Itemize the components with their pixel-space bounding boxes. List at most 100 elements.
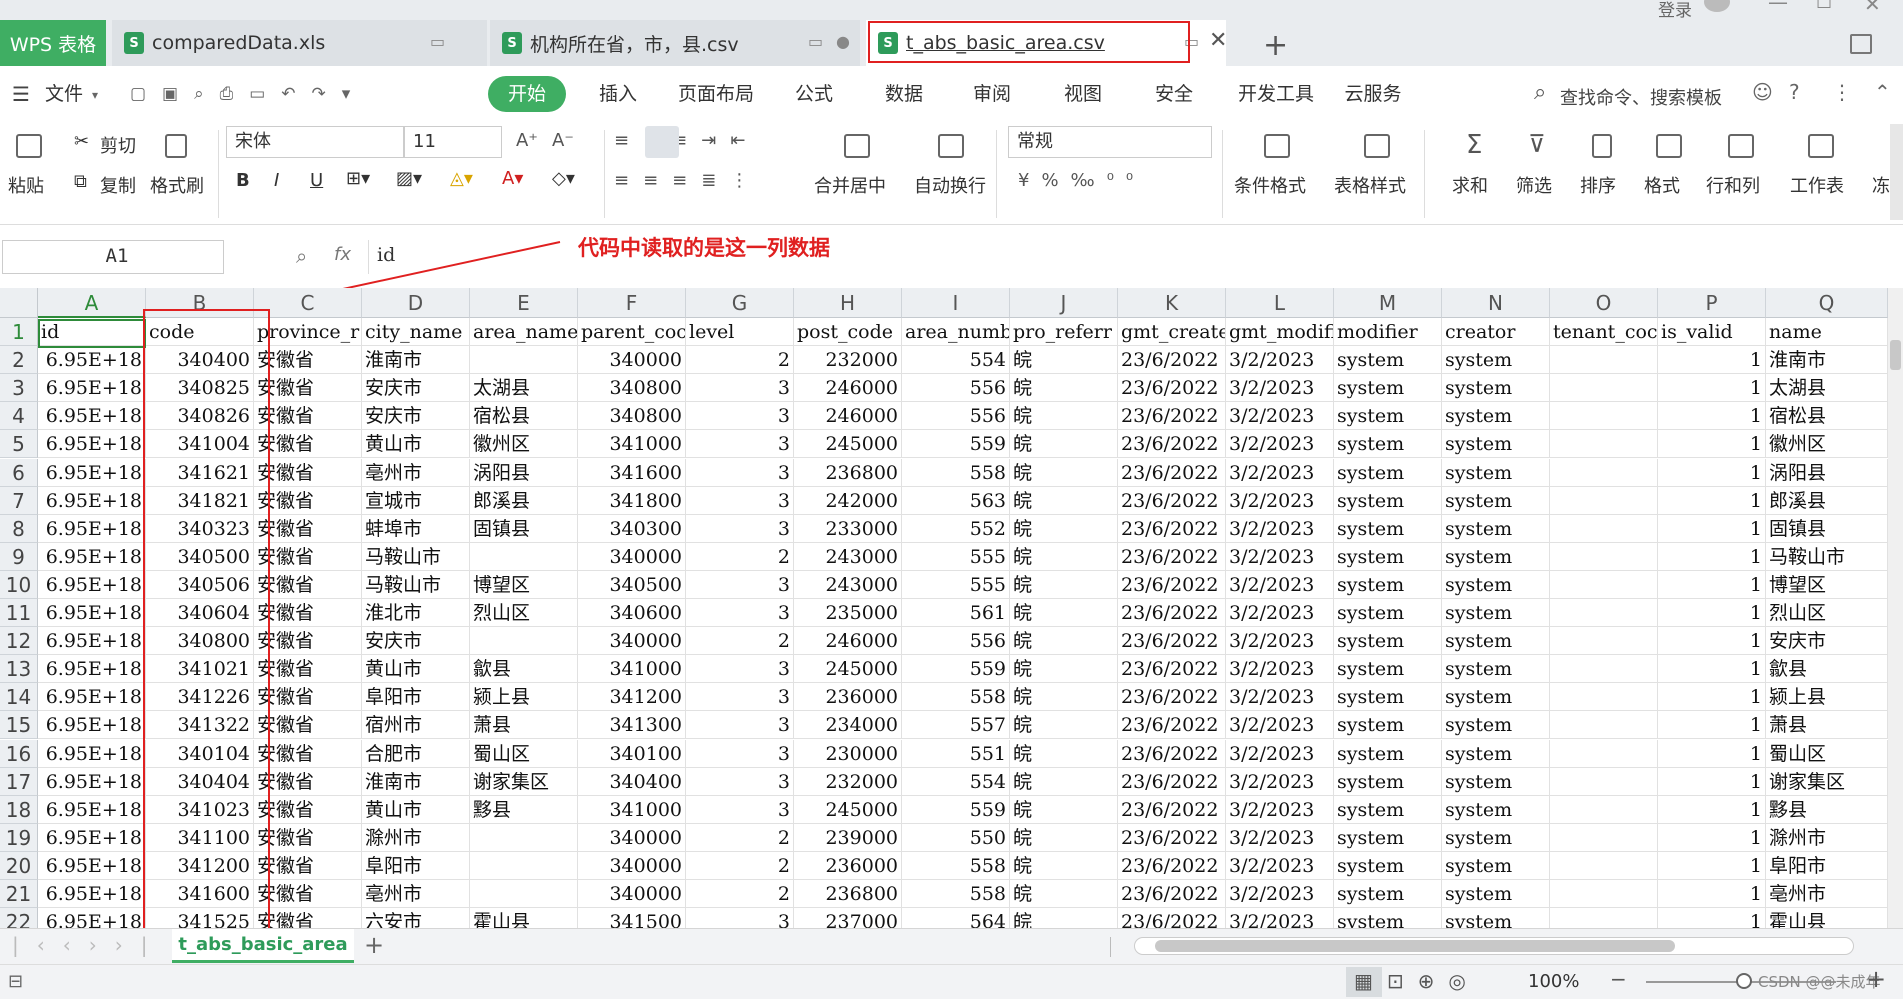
table-cell[interactable]: 3 <box>686 683 794 712</box>
table-cell[interactable]: 郎溪县 <box>470 486 578 515</box>
command-search[interactable]: 查找命令、搜索模板 <box>1560 84 1722 110</box>
chevron-down-icon[interactable]: ▾ <box>92 88 98 102</box>
table-cell[interactable]: 宿松县 <box>470 402 578 431</box>
font-shrink-icon[interactable]: A⁻ <box>552 130 574 151</box>
merge-center-button[interactable]: 合并居中 <box>814 172 886 198</box>
table-cell[interactable] <box>1550 851 1658 880</box>
table-cell[interactable]: 1 <box>1658 711 1766 740</box>
table-cell[interactable]: 涡阳县 <box>1766 458 1888 487</box>
row-header[interactable]: 8 <box>0 514 38 543</box>
table-cell[interactable]: 3/2/2023 <box>1226 711 1334 740</box>
zoom-out-icon[interactable]: − <box>1610 967 1627 991</box>
table-cell[interactable]: 3 <box>686 430 794 459</box>
font-grow-icon[interactable]: A⁺ <box>516 130 538 151</box>
table-cell[interactable]: 6.95E+18 <box>38 570 146 599</box>
row-header[interactable]: 20 <box>0 851 38 880</box>
row-header[interactable]: 10 <box>0 570 38 599</box>
table-cell[interactable]: 555 <box>902 542 1010 571</box>
table-cell[interactable]: system <box>1334 795 1442 824</box>
table-cell[interactable]: 341000 <box>578 655 686 684</box>
table-cell[interactable]: 皖 <box>1010 627 1118 656</box>
more-icon[interactable]: ⋮ <box>1832 80 1852 104</box>
table-cell[interactable]: 23/6/2022 <box>1118 823 1226 852</box>
header-cell[interactable]: city_name <box>362 318 470 347</box>
table-cell[interactable]: 3 <box>686 655 794 684</box>
table-cell[interactable]: 23/6/2022 <box>1118 683 1226 712</box>
row-header[interactable]: 7 <box>0 486 38 515</box>
table-cell[interactable]: 皖 <box>1010 880 1118 909</box>
table-cell[interactable]: 1 <box>1658 514 1766 543</box>
table-cell[interactable]: 谢家集区 <box>470 767 578 796</box>
table-cell[interactable]: 23/6/2022 <box>1118 655 1226 684</box>
table-cell[interactable]: 滁州市 <box>1766 823 1888 852</box>
table-cell[interactable]: system <box>1334 851 1442 880</box>
table-cell[interactable]: 1 <box>1658 627 1766 656</box>
table-cell[interactable]: 6.95E+18 <box>38 599 146 628</box>
table-cell[interactable]: 2 <box>686 627 794 656</box>
table-cell[interactable]: 235000 <box>794 599 902 628</box>
table-cell[interactable]: 黟县 <box>1766 795 1888 824</box>
table-cell[interactable]: 23/6/2022 <box>1118 346 1226 375</box>
table-cell[interactable]: 558 <box>902 683 1010 712</box>
column-header-a[interactable]: A <box>38 288 146 318</box>
table-cell[interactable]: 皖 <box>1010 739 1118 768</box>
table-cell[interactable]: 马鞍山市 <box>362 542 470 571</box>
table-cell[interactable]: 谢家集区 <box>1766 767 1888 796</box>
table-cell[interactable]: 黄山市 <box>362 795 470 824</box>
table-cell[interactable]: 3 <box>686 486 794 515</box>
table-cell[interactable]: 236800 <box>794 880 902 909</box>
table-cell[interactable]: 3/2/2023 <box>1226 851 1334 880</box>
header-cell[interactable]: province_r <box>254 318 362 347</box>
table-cell[interactable]: 1 <box>1658 851 1766 880</box>
table-cell[interactable]: 皖 <box>1010 823 1118 852</box>
number-format-select[interactable]: 常规 <box>1008 126 1212 158</box>
table-cell[interactable]: 3 <box>686 374 794 403</box>
document-tab-compareddata[interactable]: S comparedData.xls ▭ <box>112 20 487 66</box>
scroll-thumb[interactable] <box>1890 340 1901 370</box>
menu-cloud[interactable]: 云服务 <box>1341 76 1405 112</box>
table-cell[interactable]: system <box>1442 880 1550 909</box>
row-header[interactable]: 5 <box>0 430 38 459</box>
table-cell[interactable]: system <box>1334 683 1442 712</box>
table-cell[interactable]: 23/6/2022 <box>1118 570 1226 599</box>
table-cell[interactable]: system <box>1442 599 1550 628</box>
table-cell[interactable]: 558 <box>902 851 1010 880</box>
table-cell[interactable]: 341000 <box>578 795 686 824</box>
table-cell[interactable]: 安徽省 <box>254 542 362 571</box>
table-cell[interactable] <box>470 627 578 656</box>
column-header-n[interactable]: N <box>1442 288 1550 318</box>
row-col-button[interactable]: 行和列 <box>1706 172 1760 198</box>
table-cell[interactable]: 340000 <box>578 851 686 880</box>
header-cell[interactable]: pro_referr <box>1010 318 1118 347</box>
table-cell[interactable]: 黄山市 <box>362 430 470 459</box>
table-cell[interactable]: 3/2/2023 <box>1226 683 1334 712</box>
table-cell[interactable]: system <box>1442 851 1550 880</box>
table-cell[interactable]: 颍上县 <box>470 683 578 712</box>
ribbon-scrollbar[interactable] <box>1890 124 1903 220</box>
table-cell[interactable]: system <box>1442 627 1550 656</box>
table-cell[interactable]: 1 <box>1658 767 1766 796</box>
row-header[interactable]: 3 <box>0 374 38 403</box>
table-cell[interactable]: 亳州市 <box>362 458 470 487</box>
table-cell[interactable]: 341200 <box>578 683 686 712</box>
comment-icon[interactable]: ☺ <box>1752 80 1773 104</box>
table-cell[interactable] <box>1550 627 1658 656</box>
table-cell[interactable]: 3/2/2023 <box>1226 627 1334 656</box>
table-cell[interactable]: 安庆市 <box>1766 627 1888 656</box>
column-header-m[interactable]: M <box>1334 288 1442 318</box>
table-cell[interactable]: 颍上县 <box>1766 683 1888 712</box>
table-cell[interactable]: 6.95E+18 <box>38 346 146 375</box>
table-cell[interactable]: 243000 <box>794 570 902 599</box>
table-cell[interactable]: system <box>1442 346 1550 375</box>
row-header[interactable]: 14 <box>0 683 38 712</box>
menu-view[interactable]: 视图 <box>1060 76 1106 112</box>
menu-formula[interactable]: 公式 <box>791 76 837 112</box>
table-cell[interactable]: 6.95E+18 <box>38 655 146 684</box>
table-cell[interactable]: system <box>1442 542 1550 571</box>
table-cell[interactable]: 固镇县 <box>1766 514 1888 543</box>
table-cell[interactable]: 皖 <box>1010 655 1118 684</box>
cut-button[interactable]: 剪切 <box>100 132 136 158</box>
table-cell[interactable]: 6.95E+18 <box>38 402 146 431</box>
document-tab-institution-csv[interactable]: S 机构所在省，市，县.csv ▭ ● <box>490 20 860 66</box>
table-cell[interactable] <box>1550 795 1658 824</box>
